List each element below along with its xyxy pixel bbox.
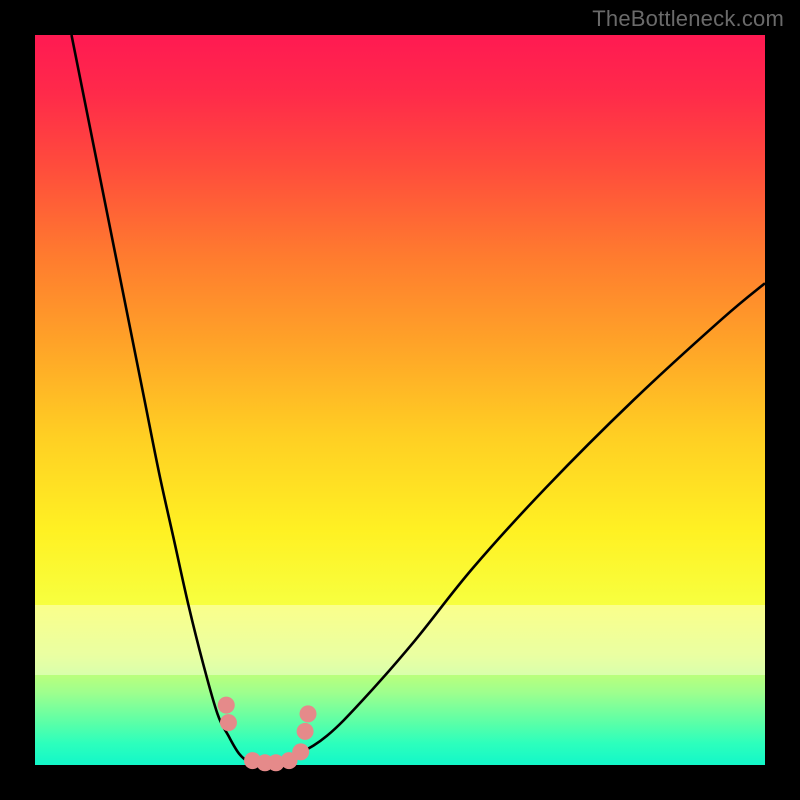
dotted-markers [218, 697, 317, 772]
chart-frame: TheBottleneck.com [0, 0, 800, 800]
curve-layer [35, 35, 765, 765]
marker-dot [300, 705, 317, 722]
watermark-text: TheBottleneck.com [592, 6, 784, 32]
marker-dot [220, 714, 237, 731]
marker-dot [292, 743, 309, 760]
marker-dot [218, 697, 235, 714]
marker-dot [297, 723, 314, 740]
left-curve-path [72, 35, 262, 765]
right-curve-path [261, 283, 765, 765]
